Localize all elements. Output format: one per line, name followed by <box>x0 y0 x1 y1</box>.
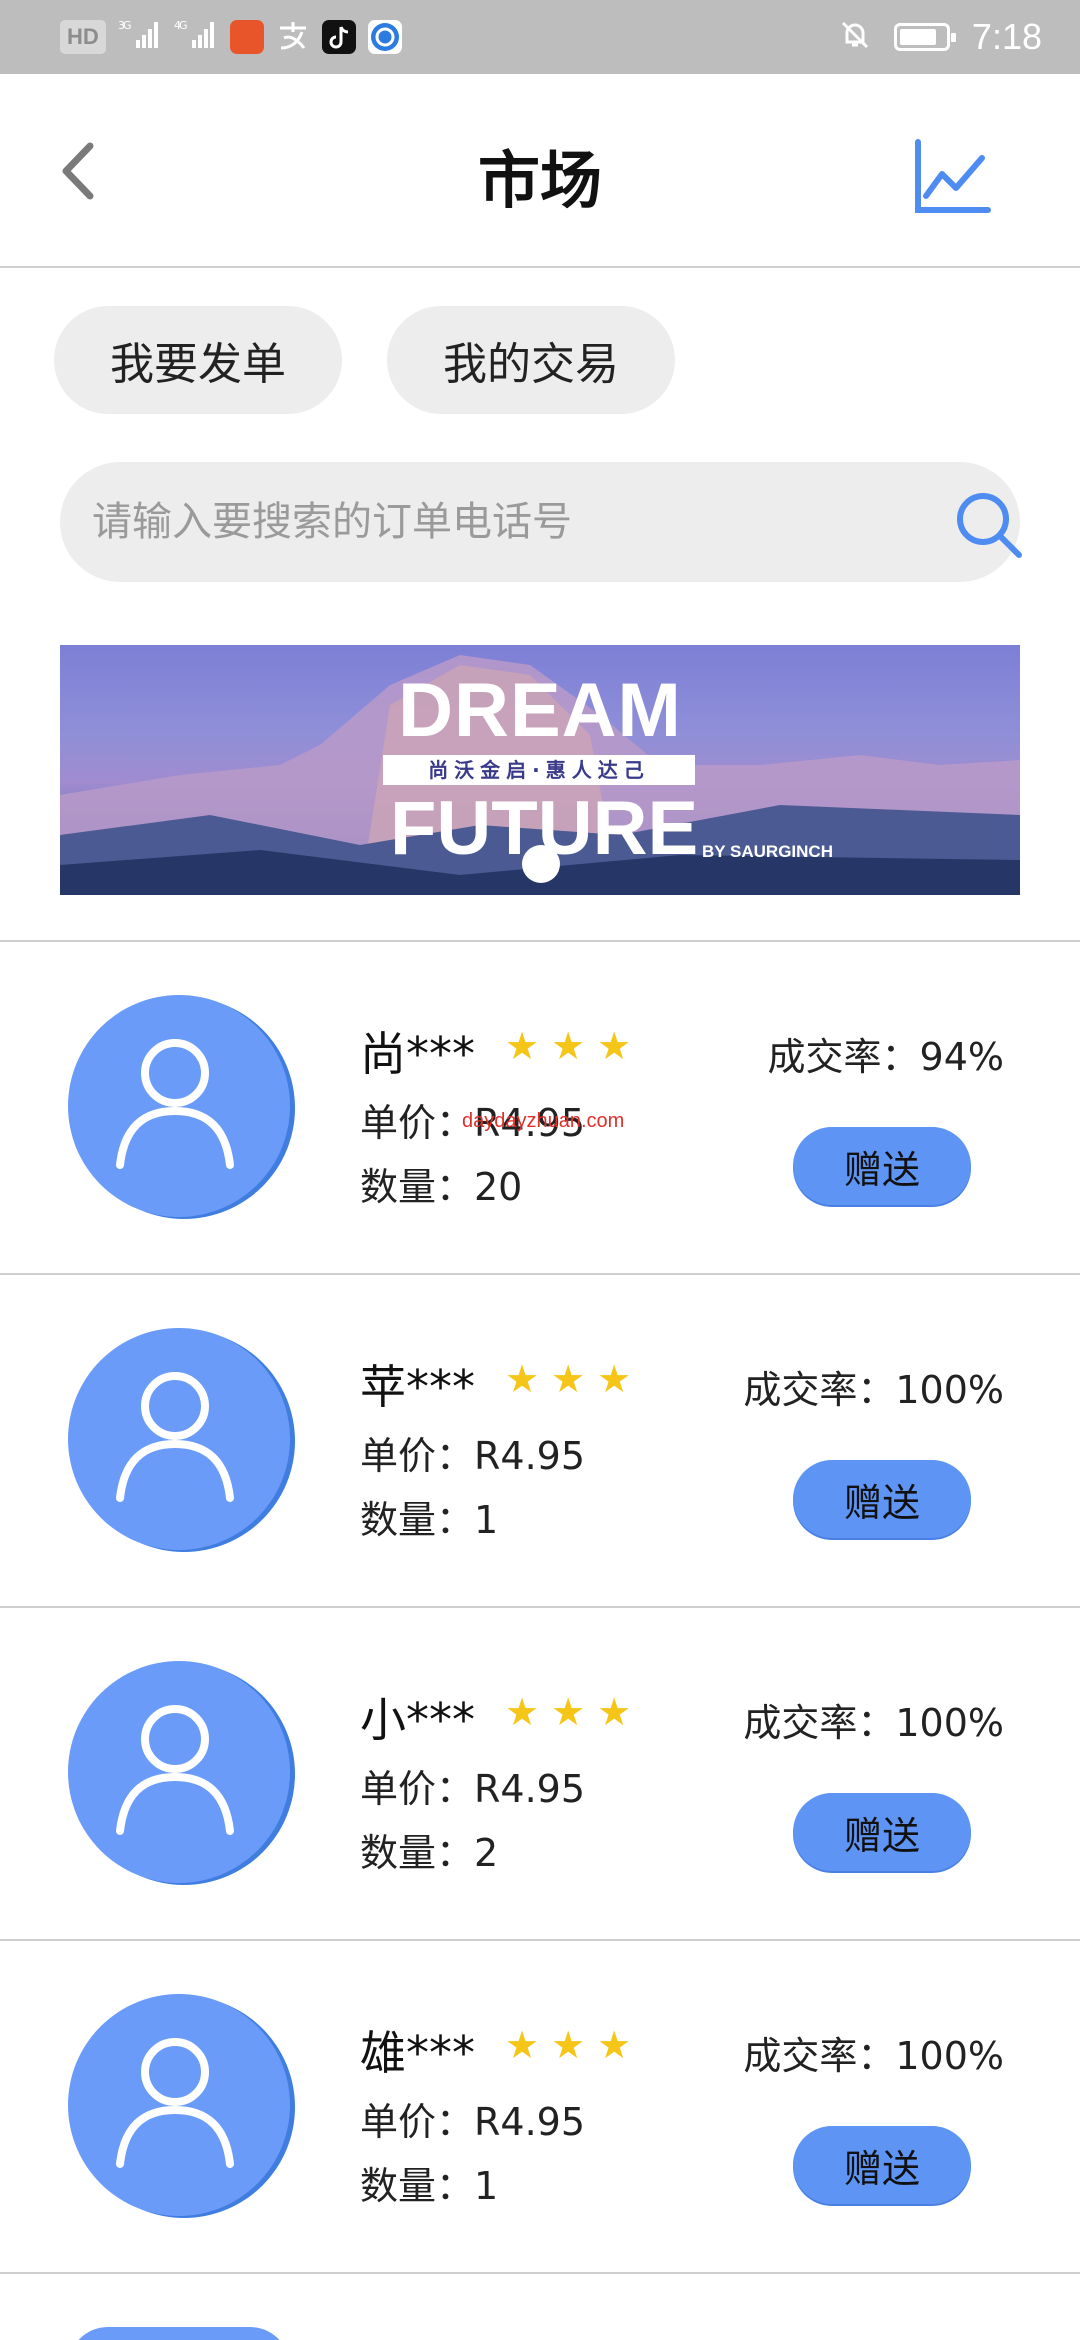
unit-price: 单价：R4.95 <box>360 2100 586 2144</box>
user-name: 小*** <box>360 1693 475 1747</box>
gift-button[interactable]: 赠送 <box>793 1793 971 1871</box>
line-chart-icon <box>915 139 991 213</box>
avatar <box>68 1661 290 1883</box>
star-icon: ★ <box>505 1690 540 1734</box>
star-icon: ★ <box>551 1690 586 1734</box>
gift-button[interactable]: 赠送 <box>793 1127 971 1205</box>
avatar <box>68 1994 290 2216</box>
user-icon <box>116 2038 234 2168</box>
user-name: 雄*** <box>360 2026 475 2080</box>
search-icon[interactable] <box>953 489 1025 561</box>
blue-circle-app-icon <box>367 20 402 54</box>
orange-app-icon <box>229 20 264 54</box>
star-icon: ★ <box>551 1357 586 1401</box>
tiktok-icon <box>321 20 356 54</box>
success-rate: 成交率：94% <box>767 1035 1004 1079</box>
user-icon <box>116 1372 234 1502</box>
gift-button[interactable]: 赠送 <box>793 2126 971 2204</box>
star-icon: ★ <box>551 1024 586 1068</box>
quantity: 数量：1 <box>360 1498 499 1542</box>
status-bar: HD 3G 4G 7:18 <box>0 0 1080 74</box>
star-icon: ★ <box>505 1357 540 1401</box>
star-icon: ★ <box>505 1024 540 1068</box>
status-right-icons: 7:18 <box>838 10 1042 64</box>
clock: 7:18 <box>971 16 1042 57</box>
listing-list: 尚*** ★ ★ ★ 单价：R4.95 数量：20 成交率：94% 赠送 day… <box>0 942 1080 2274</box>
success-rate: 成交率：100% <box>743 1368 1004 1412</box>
user-name: 苹*** <box>360 1360 475 1414</box>
alipay-icon <box>276 18 310 56</box>
star-icon: ★ <box>551 2023 586 2067</box>
star-icon: ★ <box>597 1690 632 1734</box>
search-input[interactable] <box>92 462 912 582</box>
listing-row[interactable]: 苹*** ★ ★ ★ 单价：R4.95 数量：1 成交率：100% 赠送 <box>0 1275 1080 1608</box>
signal-3g-label: 3G <box>118 19 131 32</box>
banner-motto: 尚沃金启·惠人达己 <box>383 755 695 785</box>
quantity: 数量：20 <box>360 1165 523 1209</box>
avatar <box>68 2327 290 2340</box>
listing-row[interactable]: 尚*** ★ ★ ★ 单价：R4.95 数量：20 成交率：94% 赠送 day… <box>0 942 1080 1275</box>
success-rate: 成交率：100% <box>743 1701 1004 1745</box>
unit-price: 单价：R4.95 <box>360 1767 586 1811</box>
star-icon: ★ <box>505 2023 540 2067</box>
battery-icon <box>893 23 956 51</box>
user-icon <box>116 1705 234 1835</box>
rating-stars: ★ ★ ★ <box>505 2026 631 2064</box>
carousel-indicator[interactable] <box>522 845 560 883</box>
rating-stars: ★ ★ ★ <box>505 1693 631 1731</box>
status-left-icons: HD 3G 4G <box>60 16 402 58</box>
listing-row[interactable]: 雄*** ★ ★ ★ 单价：R4.95 数量：1 成交率：100% 赠送 <box>0 1941 1080 2274</box>
user-icon <box>116 1039 234 1169</box>
nav-bar: 市场 <box>0 74 1080 268</box>
star-icon: ★ <box>597 1357 632 1401</box>
my-trades-button[interactable]: 我的交易 <box>387 306 675 414</box>
unit-price: 单价：R4.95 <box>360 1434 586 1478</box>
avatar <box>68 995 290 1217</box>
signal-3g-icon: 3G <box>118 18 162 57</box>
banner-dream-text: DREAM <box>398 668 682 753</box>
user-name: 尚*** <box>360 1027 475 1081</box>
rating-stars: ★ ★ ★ <box>505 1027 631 1065</box>
signal-4g-label: 4G <box>174 19 187 32</box>
avatar <box>68 1328 290 1550</box>
gift-button[interactable]: 赠送 <box>793 1460 971 1538</box>
watermark: daydayzhuan.com <box>462 1110 625 1132</box>
quantity: 数量：1 <box>360 2164 499 2208</box>
star-icon: ★ <box>597 2023 632 2067</box>
search-bar <box>60 462 1022 582</box>
star-icon: ★ <box>597 1024 632 1068</box>
mute-bell-icon <box>838 18 872 56</box>
rating-stars: ★ ★ ★ <box>505 1360 631 1398</box>
hd-badge: HD <box>60 20 106 54</box>
battery-fill <box>899 29 936 45</box>
post-order-button[interactable]: 我要发单 <box>54 306 342 414</box>
success-rate: 成交率：100% <box>743 2034 1004 2078</box>
signal-4g-icon: 4G <box>174 18 218 57</box>
quantity: 数量：2 <box>360 1831 499 1875</box>
banner-byline: BY SAURGINCH <box>702 842 833 861</box>
listing-row[interactable]: 小*** ★ ★ ★ 单价：R4.95 数量：2 成交率：100% 赠送 <box>0 1608 1080 1941</box>
promo-banner[interactable]: DREAM 尚沃金启·惠人达己 FUTURE BY SAURGINCH <box>60 645 1020 895</box>
chart-button[interactable] <box>912 136 992 216</box>
